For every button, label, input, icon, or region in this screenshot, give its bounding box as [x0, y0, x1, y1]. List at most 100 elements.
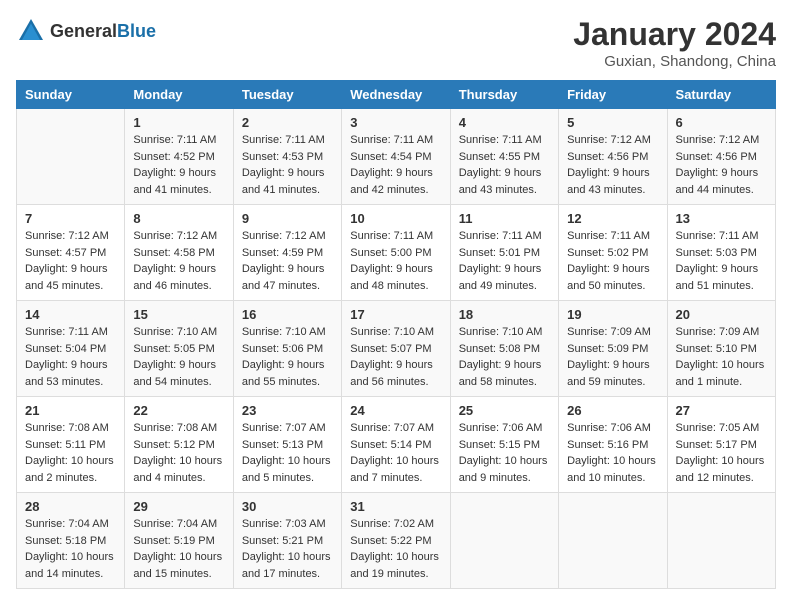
sunset-text: Sunset: 5:22 PM	[350, 535, 431, 547]
calendar-cell: 15Sunrise: 7:10 AMSunset: 5:05 PMDayligh…	[125, 301, 233, 397]
day-number: 16	[242, 307, 333, 322]
sunrise-text: Sunrise: 7:08 AM	[133, 422, 217, 434]
calendar-cell: 30Sunrise: 7:03 AMSunset: 5:21 PMDayligh…	[233, 493, 341, 589]
day-number: 5	[567, 115, 658, 130]
daylight-text: Daylight: 9 hours and 41 minutes.	[133, 167, 216, 196]
day-info: Sunrise: 7:07 AMSunset: 5:14 PMDaylight:…	[350, 420, 441, 486]
day-info: Sunrise: 7:02 AMSunset: 5:22 PMDaylight:…	[350, 516, 441, 582]
day-info: Sunrise: 7:10 AMSunset: 5:07 PMDaylight:…	[350, 324, 441, 390]
sunset-text: Sunset: 5:09 PM	[567, 343, 648, 355]
daylight-text: Daylight: 9 hours and 56 minutes.	[350, 359, 433, 388]
day-number: 28	[25, 499, 116, 514]
day-info: Sunrise: 7:11 AMSunset: 5:00 PMDaylight:…	[350, 228, 441, 294]
logo-icon	[16, 16, 46, 46]
day-number: 12	[567, 211, 658, 226]
calendar-cell: 12 Sunrise: 7:11 AMSunset: 5:02 PMDayligh…	[559, 205, 667, 301]
sunset-text: Sunset: 5:02 PM	[567, 247, 648, 259]
sunrise-text: Sunrise: 7:06 AM	[567, 422, 651, 434]
daylight-text: Daylight: 9 hours and 53 minutes.	[25, 359, 108, 388]
sunrise-text: Sunrise: 7:08 AM	[25, 422, 109, 434]
day-number: 6	[676, 115, 767, 130]
day-number: 2	[242, 115, 333, 130]
sunset-text: Sunset: 4:57 PM	[25, 247, 106, 259]
sunset-text: Sunset: 5:03 PM	[676, 247, 757, 259]
daylight-text: Daylight: 10 hours and 9 minutes.	[459, 455, 548, 484]
sunset-text: Sunset: 4:53 PM	[242, 151, 323, 163]
calendar-cell: 26Sunrise: 7:06 AMSunset: 5:16 PMDayligh…	[559, 397, 667, 493]
day-number: 9	[242, 211, 333, 226]
day-info: Sunrise: 7:08 AMSunset: 5:12 PMDaylight:…	[133, 420, 224, 486]
daylight-text: Daylight: 10 hours and 17 minutes.	[242, 551, 331, 580]
day-info: Sunrise: 7:04 AMSunset: 5:19 PMDaylight:…	[133, 516, 224, 582]
day-number: 24	[350, 403, 441, 418]
day-info: Sunrise: 7:11 AMSunset: 4:53 PMDaylight:…	[242, 132, 333, 198]
sunset-text: Sunset: 5:19 PM	[133, 535, 214, 547]
sunset-text: Sunset: 5:11 PM	[25, 439, 106, 451]
calendar-cell: 22Sunrise: 7:08 AMSunset: 5:12 PMDayligh…	[125, 397, 233, 493]
sunset-text: Sunset: 5:01 PM	[459, 247, 540, 259]
sunset-text: Sunset: 5:17 PM	[676, 439, 757, 451]
sunrise-text: Sunrise: 7:07 AM	[242, 422, 326, 434]
calendar-cell: 25Sunrise: 7:06 AMSunset: 5:15 PMDayligh…	[450, 397, 558, 493]
day-number: 31	[350, 499, 441, 514]
day-number: 11	[459, 211, 550, 226]
calendar-cell: 31 Sunrise: 7:02 AMSunset: 5:22 PMDayligh…	[342, 493, 450, 589]
sunrise-text: Sunrise: 7:06 AM	[459, 422, 543, 434]
day-info: Sunrise: 7:09 AMSunset: 5:09 PMDaylight:…	[567, 324, 658, 390]
sunrise-text: Sunrise: 7:12 AM	[567, 134, 651, 146]
logo: GeneralBlue	[16, 16, 156, 46]
sunrise-text: Sunrise: 7:12 AM	[133, 230, 217, 242]
sunset-text: Sunset: 4:55 PM	[459, 151, 540, 163]
day-number: 8	[133, 211, 224, 226]
calendar-cell: 20 Sunrise: 7:09 AMSunset: 5:10 PMDayligh…	[667, 301, 775, 397]
day-info: Sunrise: 7:12 AMSunset: 4:56 PMDaylight:…	[567, 132, 658, 198]
subtitle: Guxian, Shandong, China	[573, 53, 776, 70]
sunrise-text: Sunrise: 7:10 AM	[350, 326, 434, 338]
daylight-text: Daylight: 9 hours and 48 minutes.	[350, 263, 433, 292]
day-info: Sunrise: 7:11 AMSunset: 5:02 PMDaylight:…	[567, 228, 658, 294]
daylight-text: Daylight: 10 hours and 5 minutes.	[242, 455, 331, 484]
day-info: Sunrise: 7:03 AMSunset: 5:21 PMDaylight:…	[242, 516, 333, 582]
daylight-text: Daylight: 10 hours and 12 minutes.	[676, 455, 765, 484]
sunset-text: Sunset: 5:16 PM	[567, 439, 648, 451]
calendar-cell: 6Sunrise: 7:12 AMSunset: 4:56 PMDaylight…	[667, 109, 775, 205]
day-of-week-header: Thursday	[450, 81, 558, 109]
calendar-cell: 4Sunrise: 7:11 AMSunset: 4:55 PMDaylight…	[450, 109, 558, 205]
sunrise-text: Sunrise: 7:09 AM	[567, 326, 651, 338]
day-info: Sunrise: 7:09 AMSunset: 5:10 PMDaylight:…	[676, 324, 767, 390]
calendar-cell: 3Sunrise: 7:11 AMSunset: 4:54 PMDaylight…	[342, 109, 450, 205]
sunset-text: Sunset: 5:06 PM	[242, 343, 323, 355]
daylight-text: Daylight: 9 hours and 41 minutes.	[242, 167, 325, 196]
daylight-text: Daylight: 10 hours and 10 minutes.	[567, 455, 656, 484]
calendar-cell	[559, 493, 667, 589]
daylight-text: Daylight: 9 hours and 51 minutes.	[676, 263, 759, 292]
daylight-text: Daylight: 10 hours and 7 minutes.	[350, 455, 439, 484]
day-of-week-header: Wednesday	[342, 81, 450, 109]
sunrise-text: Sunrise: 7:11 AM	[459, 134, 542, 146]
day-of-week-header: Monday	[125, 81, 233, 109]
day-number: 29	[133, 499, 224, 514]
day-of-week-header: Friday	[559, 81, 667, 109]
day-number: 1	[133, 115, 224, 130]
sunset-text: Sunset: 4:56 PM	[567, 151, 648, 163]
day-number: 13	[676, 211, 767, 226]
day-info: Sunrise: 7:06 AM Sunset: 5:15 PM Daylight:…	[459, 420, 550, 486]
sunrise-text: Sunrise: 7:04 AM	[25, 518, 109, 530]
sunrise-text: Sunrise: 7:10 AM	[133, 326, 217, 338]
calendar-week-row: 1Sunrise: 7:11 AMSunset: 4:52 PMDaylight…	[17, 109, 776, 205]
calendar-cell: 2 Sunrise: 7:11 AMSunset: 4:53 PMDaylight…	[233, 109, 341, 205]
sunrise-text: Sunrise: 7:05 AM	[676, 422, 760, 434]
daylight-text: Daylight: 9 hours and 47 minutes.	[242, 263, 325, 292]
title-block: January 2024 Guxian, Shandong, China	[573, 16, 776, 70]
day-number: 20	[676, 307, 767, 322]
day-info: Sunrise: 7:11 AMSunset: 5:01 PMDaylight:…	[459, 228, 550, 294]
sunrise-text: Sunrise: 7:10 AM	[242, 326, 326, 338]
day-number: 18	[459, 307, 550, 322]
sunset-text: Sunset: 5:15 PM	[459, 439, 540, 451]
calendar-header-row: SundayMondayTuesdayWednesdayThursdayFrid…	[17, 81, 776, 109]
calendar-cell	[667, 493, 775, 589]
calendar-cell	[450, 493, 558, 589]
day-info: Sunrise: 7:06 AM Sunset: 5:16 PM Daylight:…	[567, 420, 658, 486]
day-info: Sunrise: 7:12 AMSunset: 4:58 PMDaylight:…	[133, 228, 224, 294]
sunset-text: Sunset: 5:14 PM	[350, 439, 431, 451]
